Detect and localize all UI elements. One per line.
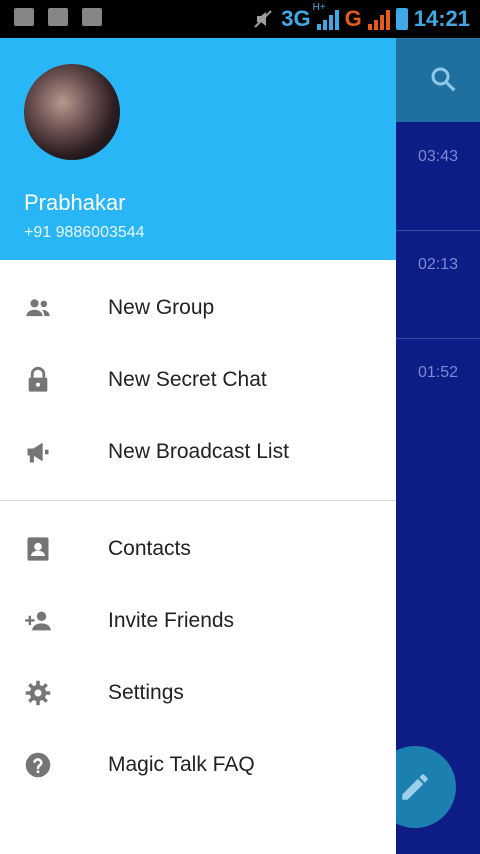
group-icon [26,299,50,317]
search-icon[interactable] [428,64,458,94]
menu-item-new-secret-chat[interactable]: New Secret Chat [0,344,396,416]
add-person-icon [25,611,51,631]
contacts-icon [27,537,49,561]
notification-icons [14,8,102,26]
menu-item-invite-friends[interactable]: Invite Friends [0,585,396,657]
menu-item-contacts[interactable]: Contacts [0,513,396,585]
help-icon [25,752,51,778]
second-network-type: G [344,6,362,31]
status-bar: 3G H+ G 14:21 [0,0,480,38]
menu-item-label: New Broadcast List [108,440,289,463]
menu-item-label: New Secret Chat [108,368,267,391]
drawer-header: Prabhakar +91 9886003544 [0,38,396,260]
image-icon [14,8,34,26]
menu-item-label: Invite Friends [108,609,235,632]
mail-icon [82,8,102,26]
lock-icon [28,366,48,392]
pencil-icon [402,774,428,800]
menu-item-faq[interactable]: Magic Talk FAQ [0,729,396,801]
chat-time: 03:43 [417,148,458,165]
avatar[interactable] [24,64,120,160]
user-phone: +91 9886003544 [24,224,145,241]
user-name: Prabhakar [24,190,126,215]
mute-icon [254,10,272,28]
list-item[interactable]: 02:13 [396,230,480,339]
menu-item-new-broadcast-list[interactable]: New Broadcast List [0,416,396,488]
battery-icon [395,8,408,30]
gear-icon [25,680,51,706]
menu-item-new-group[interactable]: New Group [0,272,396,344]
chat-time: 02:13 [417,256,458,273]
menu-item-label: Contacts [108,537,191,560]
menu-item-label: New Group [108,296,215,319]
menu-item-settings[interactable]: Settings [0,657,396,729]
megaphone-icon [27,442,49,463]
menu-item-label: Settings [108,681,184,704]
list-item[interactable]: 03:43 [396,122,480,231]
gmail-icon [48,8,68,26]
navigation-drawer: Prabhakar +91 9886003544 New Group New S… [0,38,396,854]
divider [0,500,396,501]
network-badge: H+ [312,2,326,13]
signal-2-icon [367,8,390,30]
clock: 14:21 [413,6,470,31]
system-icons: 3G H+ G 14:21 [251,2,470,32]
list-item[interactable]: 01:52 [396,338,480,446]
network-type: 3G [281,6,311,31]
menu-item-label: Magic Talk FAQ [108,753,255,776]
chat-time: 01:52 [417,364,458,381]
